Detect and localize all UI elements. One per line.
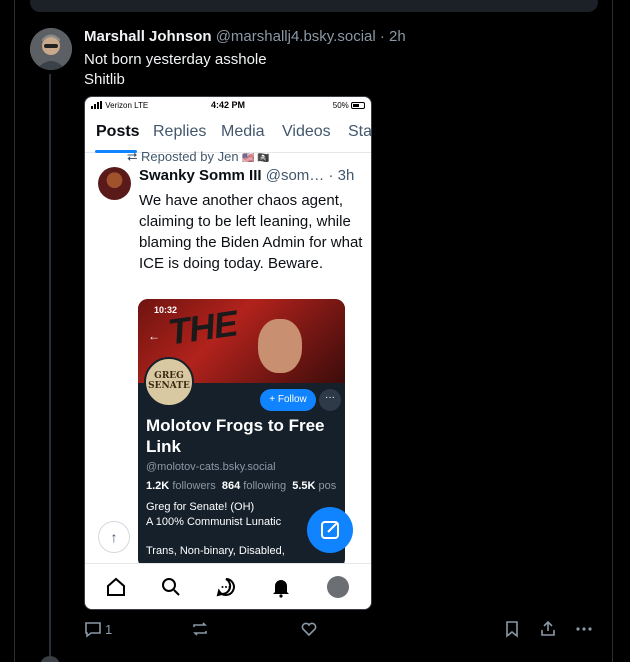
previous-post-edge <box>30 0 598 12</box>
next-post-avatar <box>40 656 60 662</box>
tab-videos[interactable]: Videos <box>282 123 331 141</box>
home-icon[interactable] <box>105 576 127 598</box>
reply-icon <box>85 622 101 638</box>
repost-icon <box>193 622 207 636</box>
share-icon <box>541 620 555 636</box>
following-label: following <box>243 480 287 492</box>
bell-icon[interactable] <box>270 576 292 598</box>
following-count: 864 <box>221 480 241 492</box>
post-text-line-1: Not born yesterday asshole <box>84 51 267 68</box>
repost-emoji: 🇺🇸 🏴‍☠️ <box>242 153 270 164</box>
profile-more-button[interactable]: ··· <box>319 389 341 411</box>
separator-dot: · <box>379 28 385 45</box>
reply-button[interactable]: 1 <box>84 620 112 640</box>
inner-post-time[interactable]: · 3h <box>328 167 354 184</box>
tab-posts[interactable]: Posts <box>96 123 140 141</box>
author-avatar[interactable] <box>30 28 72 70</box>
card-phone-time: 10:32 <box>154 305 178 315</box>
inner-author-name[interactable]: Swanky Somm III <box>139 167 262 184</box>
profile-bio-line-3: Trans, Non-binary, Disabled, <box>146 545 285 557</box>
post-time[interactable]: 2h <box>389 28 406 45</box>
battery-icon <box>351 102 365 109</box>
repost-indicator: ⮂ Reposted by Jen 🇺🇸 🏴‍☠️ <box>127 149 270 164</box>
more-options-button[interactable] <box>575 620 593 640</box>
search-icon[interactable] <box>160 576 182 598</box>
followers-count: 1.2K <box>146 480 170 492</box>
battery-indicator: 50% <box>333 101 365 110</box>
inner-post-text: We have another chaos agent, claiming to… <box>139 192 363 272</box>
post-header: Marshall Johnson @marshallj4.bsky.social… <box>84 28 406 46</box>
follow-button[interactable]: + Follow <box>260 389 316 411</box>
inner-author-avatar[interactable] <box>98 167 131 200</box>
embedded-screenshot[interactable]: Verizon LTE 4:42 PM 50% Posts Replies Me… <box>84 96 372 610</box>
post-action-bar: 1 <box>84 620 600 642</box>
posts-count: 5.5K <box>292 480 316 492</box>
phone-time: 4:42 PM <box>211 100 246 110</box>
like-icon <box>301 622 317 637</box>
bookmark-button[interactable] <box>503 620 521 640</box>
more-icon <box>576 627 592 631</box>
profile-avatar: GREG SENATE <box>144 357 194 407</box>
profile-bio-line-1: Greg for Senate! (OH) <box>146 501 255 513</box>
profile-bio-line-2: A 100% Communist Lunatic <box>146 516 282 528</box>
tab-media[interactable]: Media <box>221 123 265 141</box>
bookmark-icon <box>506 621 518 638</box>
post-text: Not born yesterday asshole Shitlib <box>84 50 267 90</box>
banner-portrait <box>258 319 302 373</box>
reply-count: 1 <box>105 622 113 637</box>
posts-label: pos <box>318 480 337 492</box>
phone-bottom-nav <box>85 563 371 609</box>
post-text-line-2: Shitlib <box>84 71 125 88</box>
inner-author-handle[interactable]: @som… <box>266 167 325 184</box>
compose-icon[interactable] <box>307 507 353 553</box>
carrier-label: Verizon LTE <box>91 101 148 111</box>
followers-label: followers <box>172 480 216 492</box>
back-arrow-icon[interactable]: ← <box>148 329 160 343</box>
phone-status-bar: Verizon LTE 4:42 PM 50% <box>85 97 371 115</box>
like-button[interactable] <box>300 620 318 640</box>
feed-border-left <box>14 0 15 662</box>
author-handle[interactable]: @marshallj4.bsky.social <box>216 28 376 45</box>
profile-tabs: Posts Replies Media Videos Sta <box>85 119 371 153</box>
share-button[interactable] <box>539 620 557 640</box>
feed-border-right <box>612 0 613 662</box>
inner-post-header: Swanky Somm III @som… · 3h <box>139 167 354 184</box>
arrow-up-icon[interactable]: ↑ <box>98 521 130 553</box>
profile-handle: @molotov-cats.bsky.social <box>146 461 276 473</box>
profile-stats: 1.2K followers 864 following 5.5K pos <box>146 480 336 492</box>
tab-replies[interactable]: Replies <box>153 123 206 141</box>
signal-icon <box>91 101 103 111</box>
repost-button[interactable] <box>191 620 209 640</box>
chat-icon[interactable] <box>215 576 237 598</box>
profile-nav-avatar[interactable] <box>327 576 349 598</box>
thread-line <box>49 74 51 662</box>
author-name[interactable]: Marshall Johnson <box>84 28 212 45</box>
tab-starter-packs[interactable]: Sta <box>348 123 371 141</box>
profile-display-name: Molotov Frogs to Free Link <box>146 416 325 456</box>
